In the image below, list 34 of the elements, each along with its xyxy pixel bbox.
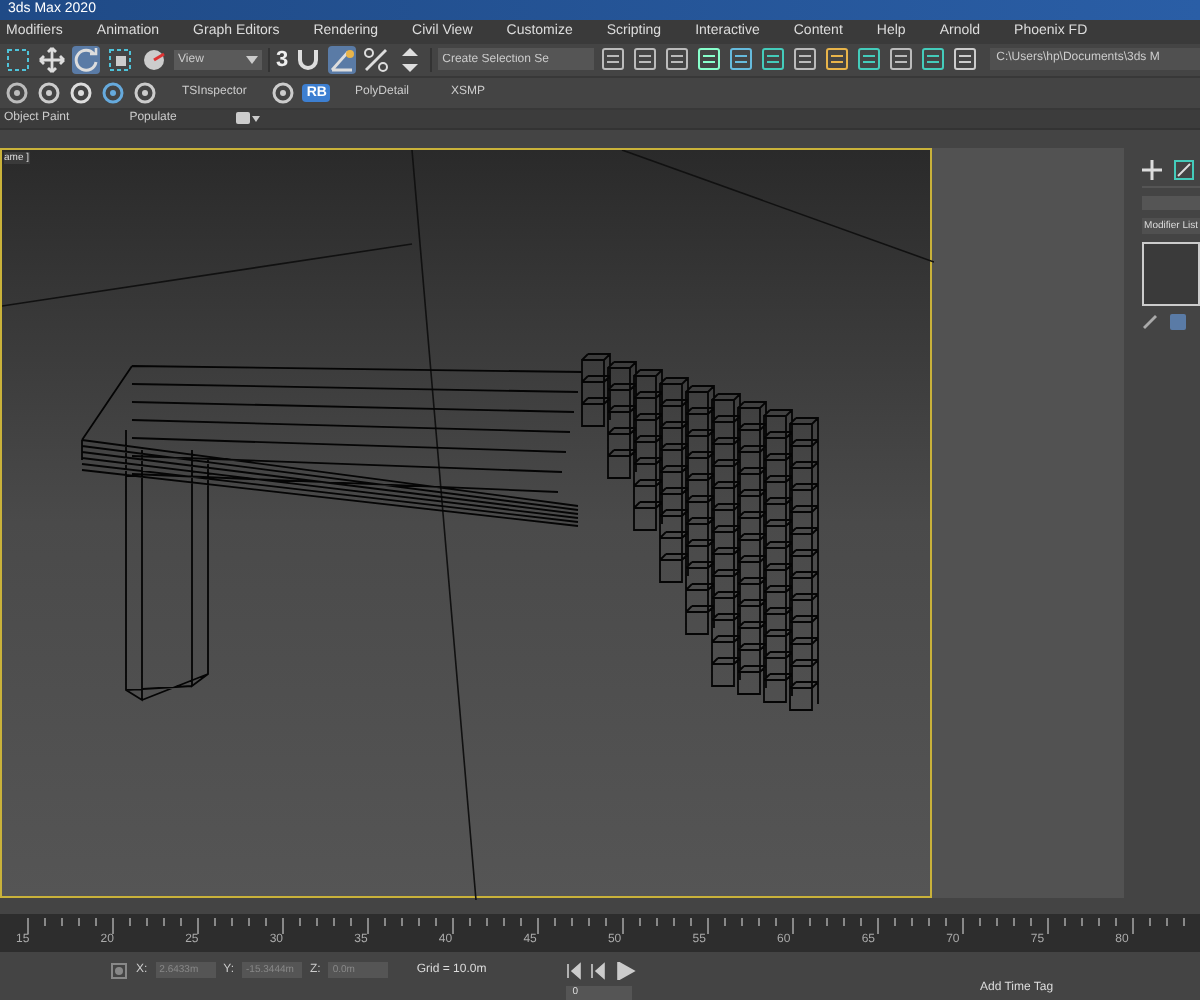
snap-toggle[interactable]: 3 <box>276 47 289 72</box>
toolbar-icon <box>728 46 755 73</box>
toolbar-icon <box>270 79 297 106</box>
toolbar-icon <box>4 79 30 106</box>
toolbar-icon <box>824 46 851 73</box>
toolbar-icon <box>888 46 915 73</box>
pin-icon <box>1142 313 1159 330</box>
modifier-stack[interactable] <box>1142 241 1200 306</box>
toolbar-icon <box>600 46 627 73</box>
create-icon <box>1142 159 1163 180</box>
rotate-tool[interactable] <box>72 45 100 74</box>
toolbar-icon <box>792 46 819 73</box>
toolbar-icon <box>132 79 158 106</box>
toolbar-icon <box>696 46 723 73</box>
scale-tool[interactable] <box>106 45 134 74</box>
move-tool[interactable] <box>38 45 66 74</box>
toolbar-icon <box>664 46 691 73</box>
toolbar-icon <box>952 46 979 73</box>
toolbar-icon <box>36 79 62 106</box>
toolbar-icon <box>920 46 947 73</box>
modify-icon <box>1174 159 1195 180</box>
lock-icon <box>110 961 128 980</box>
select-region-tool[interactable] <box>4 45 32 74</box>
place-tool[interactable] <box>140 45 168 74</box>
toolbar-icon <box>760 46 787 73</box>
toolbar-icon <box>100 79 126 106</box>
angle-snap-tool[interactable] <box>328 45 357 74</box>
caret-icon <box>246 55 258 64</box>
toolbar-icon <box>632 46 659 73</box>
toolbar-icon <box>856 46 883 73</box>
toolbar-icon <box>68 79 94 106</box>
ribbon-menu-icon <box>236 112 261 125</box>
percent-snap-tool[interactable] <box>362 45 391 74</box>
magnet-tool[interactable] <box>294 45 323 74</box>
